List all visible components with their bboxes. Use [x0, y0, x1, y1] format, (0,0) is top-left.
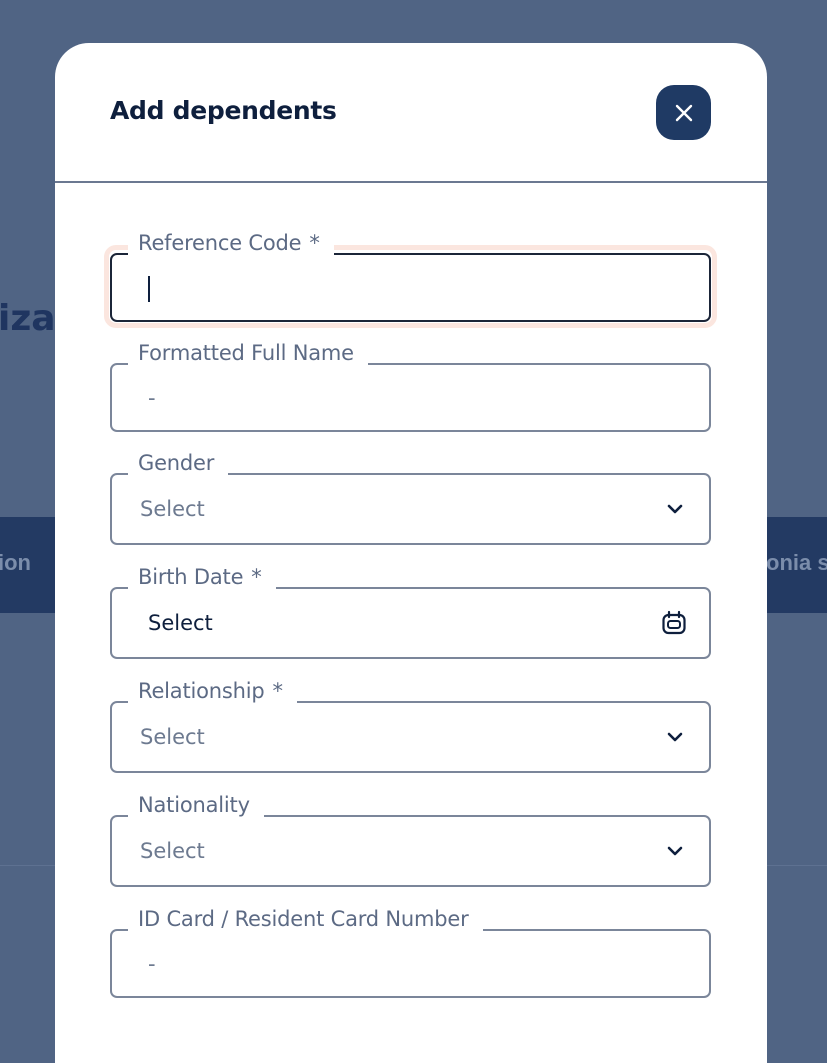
chevron-down-icon: [667, 846, 683, 856]
background-banner-text-right: onia sp: [766, 550, 827, 575]
background-banner-text-left: ion: [0, 550, 31, 575]
required-marker: *: [309, 231, 320, 255]
reference-code-label: Reference Code *: [128, 231, 334, 255]
gender-value: Select: [140, 497, 205, 521]
relationship-label: Relationship *: [128, 679, 297, 703]
birth-date-label: Birth Date *: [128, 565, 276, 589]
formatted-full-name-label: Formatted Full Name: [128, 341, 368, 365]
gender-select[interactable]: Select: [110, 473, 711, 545]
text-cursor: [148, 276, 150, 302]
relationship-value: Select: [140, 725, 205, 749]
birth-date-picker[interactable]: Select: [110, 587, 711, 659]
formatted-full-name-input[interactable]: -: [110, 363, 711, 432]
gender-label: Gender: [128, 451, 229, 475]
id-card-number-value: -: [148, 951, 156, 976]
nationality-label: Nationality: [128, 793, 264, 817]
background-heading-fragment: iza: [0, 298, 56, 339]
formatted-full-name-value: -: [148, 385, 156, 410]
chevron-down-icon: [667, 732, 683, 742]
nationality-select[interactable]: Select: [110, 815, 711, 887]
close-button[interactable]: [656, 85, 711, 140]
required-marker: *: [251, 565, 262, 589]
add-dependents-modal: Add dependents Reference Code * - Formatt…: [55, 43, 767, 1063]
relationship-select[interactable]: Select: [110, 701, 711, 773]
modal-header: Add dependents: [55, 43, 767, 183]
calendar-icon[interactable]: [661, 610, 687, 636]
close-icon: [675, 104, 692, 121]
required-marker: *: [272, 679, 284, 703]
nationality-value: Select: [140, 839, 205, 863]
reference-code-input[interactable]: [110, 253, 711, 322]
chevron-down-icon: [667, 504, 683, 514]
id-card-number-input[interactable]: -: [110, 929, 711, 998]
birth-date-value: Select: [148, 611, 213, 635]
modal-title: Add dependents: [110, 96, 337, 125]
id-card-number-label: ID Card / Resident Card Number: [128, 907, 483, 931]
